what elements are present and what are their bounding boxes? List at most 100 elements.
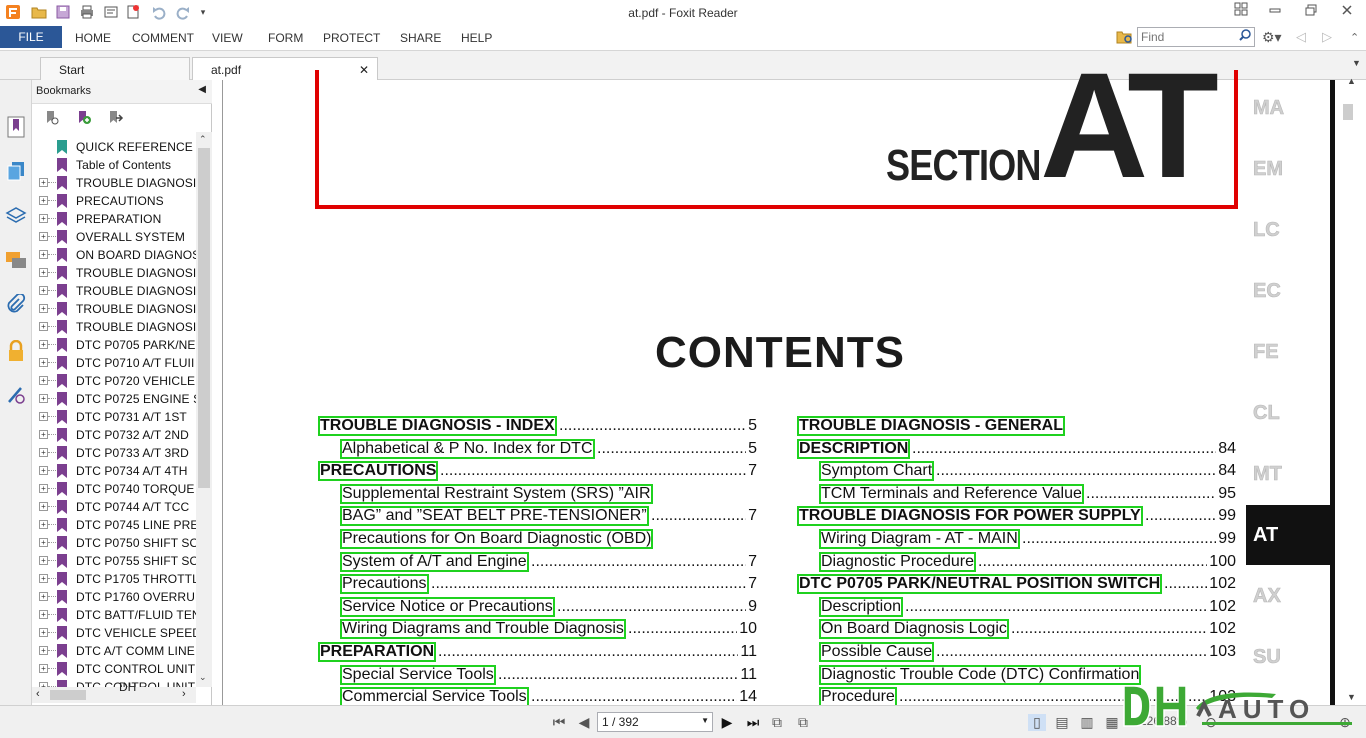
toc-entry-title[interactable]: TCM Terminals and Reference Value — [819, 483, 1084, 504]
bookmark-item[interactable]: + TROUBLE DIAGNOSIS — [32, 282, 196, 300]
bookmarks-panel-icon[interactable] — [4, 114, 28, 140]
bookmark-item[interactable]: + DTC P0733 A/T 3RD — [32, 444, 196, 462]
toc-entry-title[interactable]: Possible Cause — [819, 642, 935, 662]
toc-entry-title[interactable]: Supplemental Restraint System (SRS) ”AIR — [340, 483, 653, 504]
document-vertical-scrollbar[interactable]: ▲ ▼ — [1338, 76, 1366, 705]
page-dropdown-icon[interactable]: ▼ — [701, 716, 709, 725]
toc-entry-title[interactable]: Diagnostic Procedure — [819, 551, 976, 572]
toc-entry-title[interactable]: Description — [819, 596, 904, 617]
section-index-fe[interactable]: FE — [1246, 322, 1330, 382]
toc-entry[interactable]: On Board Diagnosis Logic 102.............… — [819, 618, 1236, 640]
toc-entry-title[interactable]: Special Service Tools — [340, 664, 496, 685]
scroll-up-icon[interactable]: ⌃ — [199, 134, 207, 145]
expand-icon[interactable]: + — [39, 196, 48, 205]
previous-view-icon[interactable]: ⧉ — [768, 714, 786, 731]
expand-icon[interactable]: + — [39, 664, 48, 673]
expand-icon[interactable]: + — [39, 232, 48, 241]
expand-icon[interactable]: + — [39, 556, 48, 565]
bookmark-item[interactable]: + PRECAUTIONS — [32, 192, 196, 210]
facing-page-icon[interactable]: ▥ — [1078, 714, 1096, 731]
attachments-panel-icon[interactable] — [4, 292, 28, 318]
bookmarks-horizontal-scrollbar[interactable]: ‹ › — [32, 687, 196, 703]
menu-home[interactable]: HOME — [75, 31, 111, 45]
bookmark-item[interactable]: + DTC BATT/FLUID TEN — [32, 606, 196, 624]
expand-icon[interactable]: + — [39, 304, 48, 313]
bookmark-item[interactable]: + DTC P0734 A/T 4TH — [32, 462, 196, 480]
toc-entry[interactable]: BAG” and ”SEAT BELT PRE-TENSIONER” 7.....… — [340, 505, 757, 527]
menu-form[interactable]: FORM — [268, 31, 303, 45]
minimize-button[interactable] — [1260, 2, 1290, 22]
bookmark-item[interactable]: + ON BOARD DIAGNOST — [32, 246, 196, 264]
signature-panel-icon[interactable] — [4, 382, 28, 408]
bookmark-item[interactable]: + OVERALL SYSTEM — [32, 228, 196, 246]
next-page-icon[interactable]: ▶ — [718, 714, 736, 731]
toc-entry[interactable]: Special Service Tools 11.................… — [340, 664, 757, 686]
toc-entry[interactable]: System of A/T and Engine 7...............… — [340, 551, 757, 573]
section-index-cl[interactable]: CL — [1246, 383, 1330, 443]
toc-entry[interactable]: Diagnostic Procedure 100.................… — [819, 551, 1236, 573]
pages-panel-icon[interactable] — [4, 158, 28, 184]
expand-icon[interactable]: + — [39, 448, 48, 457]
toc-entry[interactable]: Wiring Diagrams and Trouble Diagnosis 10.… — [340, 618, 757, 640]
toc-entry[interactable]: TROUBLE DIAGNOSIS - GENERAL — [797, 415, 1236, 437]
toc-entry-title[interactable]: BAG” and ”SEAT BELT PRE-TENSIONER” — [340, 506, 649, 527]
bookmark-item[interactable]: + DTC P0755 SHIFT SO — [32, 552, 196, 570]
expand-icon[interactable]: + — [39, 646, 48, 655]
scroll-down-icon[interactable]: ⌄ — [199, 672, 207, 683]
section-index-lc[interactable]: LC — [1246, 200, 1330, 260]
toc-entry-title[interactable]: PRECAUTIONS — [318, 461, 439, 482]
toc-entry-title[interactable]: Precautions — [340, 574, 429, 595]
restore-layout-icon[interactable] — [1226, 2, 1256, 22]
bookmark-item[interactable]: + DTC P0744 A/T TCC — [32, 498, 196, 516]
comments-panel-icon[interactable] — [4, 248, 28, 274]
toc-entry-title[interactable]: TROUBLE DIAGNOSIS FOR POWER SUPPLY — [797, 506, 1143, 527]
bookmark-item[interactable]: + TROUBLE DIAGNOSIS — [32, 300, 196, 318]
scroll-right-icon[interactable]: › — [182, 688, 186, 700]
expand-icon[interactable]: + — [39, 394, 48, 403]
toc-entry[interactable]: DTC P0705 PARK/NEUTRAL POSITION SWITCH 10… — [797, 573, 1236, 595]
section-index-ma[interactable]: MA — [1246, 78, 1330, 138]
tab-start[interactable]: Start — [40, 57, 190, 80]
expand-icon[interactable]: + — [39, 538, 48, 547]
next-result-icon[interactable]: ▷ — [1322, 29, 1332, 45]
expand-icon[interactable]: + — [39, 214, 48, 223]
toc-entry[interactable]: PRECAUTIONS 7............................… — [318, 460, 757, 482]
toc-entry-title[interactable]: PREPARATION — [318, 642, 437, 662]
toc-entry[interactable]: TROUBLE DIAGNOSIS FOR POWER SUPPLY 99....… — [797, 505, 1236, 527]
bookmark-item[interactable]: + DTC P0745 LINE PRES — [32, 516, 196, 534]
toc-entry-title[interactable]: Precautions for On Board Diagnostic (OBD… — [340, 529, 654, 549]
expand-icon[interactable]: + — [39, 502, 48, 511]
expand-icon[interactable]: + — [39, 412, 48, 421]
menu-share[interactable]: SHARE — [400, 31, 441, 45]
toc-entry[interactable]: Symptom Chart 84.........................… — [819, 460, 1236, 482]
section-index-at[interactable]: AT — [1246, 505, 1330, 565]
toc-entry[interactable]: Wiring Diagram - AT - MAIN 99............… — [819, 528, 1236, 550]
toc-entry-title[interactable]: On Board Diagnosis Logic — [819, 619, 1009, 640]
file-tab[interactable]: FILE — [0, 26, 62, 48]
expand-icon[interactable]: + — [39, 520, 48, 529]
hscroll-thumb[interactable] — [50, 690, 86, 700]
add-bookmark-icon[interactable] — [76, 110, 92, 126]
prev-result-icon[interactable]: ◁ — [1296, 29, 1306, 45]
section-index-ec[interactable]: EC — [1246, 261, 1330, 321]
scroll-thumb[interactable] — [198, 148, 210, 488]
expand-icon[interactable]: + — [39, 484, 48, 493]
section-index-su[interactable]: SU — [1246, 627, 1330, 687]
close-button[interactable] — [1332, 2, 1362, 22]
toc-entry[interactable]: Alphabetical & P No. Index for DTC 5.....… — [340, 438, 757, 460]
bookmark-item[interactable]: + TROUBLE DIAGNOSIS — [32, 264, 196, 282]
bookmark-item[interactable]: + DTC P0731 A/T 1ST — [32, 408, 196, 426]
bookmark-item[interactable]: + DTC A/T COMM LINE — [32, 642, 196, 660]
continuous-page-icon[interactable]: ▤ — [1053, 714, 1071, 731]
tab-list-icon[interactable]: ▼ — [1352, 58, 1361, 68]
toc-entry[interactable]: TCM Terminals and Reference Value 95.....… — [819, 483, 1236, 505]
expand-icon[interactable]: + — [39, 250, 48, 259]
expand-icon[interactable]: + — [39, 610, 48, 619]
expand-icon[interactable]: + — [39, 466, 48, 475]
toc-entry-title[interactable]: Wiring Diagrams and Trouble Diagnosis — [340, 619, 626, 640]
prev-page-icon[interactable]: ◀ — [575, 714, 593, 731]
toc-entry[interactable]: TROUBLE DIAGNOSIS - INDEX 5..............… — [318, 415, 757, 437]
search-icon[interactable] — [1239, 29, 1251, 44]
doc-scroll-thumb[interactable] — [1343, 104, 1353, 120]
goto-bookmark-icon[interactable] — [108, 110, 124, 126]
